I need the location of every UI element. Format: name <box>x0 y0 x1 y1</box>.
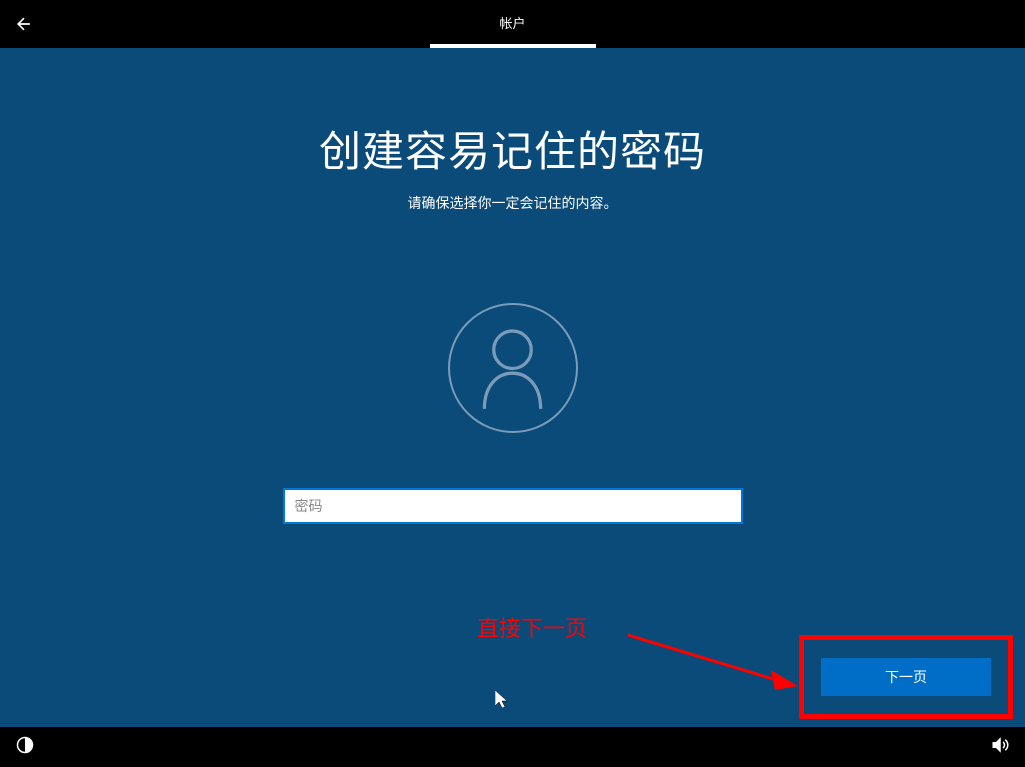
back-button[interactable] <box>0 0 48 48</box>
page-title: 创建容易记住的密码 <box>319 118 706 179</box>
annotation-text: 直接下一页 <box>477 611 587 643</box>
volume-button[interactable] <box>991 736 1009 759</box>
person-icon <box>475 326 550 411</box>
next-button[interactable]: 下一页 <box>821 658 991 696</box>
tab-account[interactable]: 帐户 <box>429 0 595 48</box>
accessibility-icon <box>16 736 34 754</box>
arrow-annotation-icon <box>623 630 803 700</box>
tab-label: 帐户 <box>499 13 525 32</box>
volume-icon <box>991 736 1009 754</box>
page-subtitle: 请确保选择你一定会记住的内容。 <box>408 193 618 213</box>
bottom-bar <box>0 727 1025 767</box>
user-avatar <box>448 303 578 433</box>
next-button-label: 下一页 <box>885 667 927 687</box>
next-button-highlight: 下一页 <box>799 635 1013 719</box>
tab-container: 帐户 <box>429 0 595 48</box>
cursor-icon <box>495 690 511 710</box>
top-bar: 帐户 <box>0 0 1025 48</box>
password-input[interactable] <box>283 488 743 524</box>
back-arrow-icon <box>14 14 34 34</box>
main-content: 创建容易记住的密码 请确保选择你一定会记住的内容。 <box>0 48 1025 524</box>
accessibility-button[interactable] <box>16 736 34 759</box>
